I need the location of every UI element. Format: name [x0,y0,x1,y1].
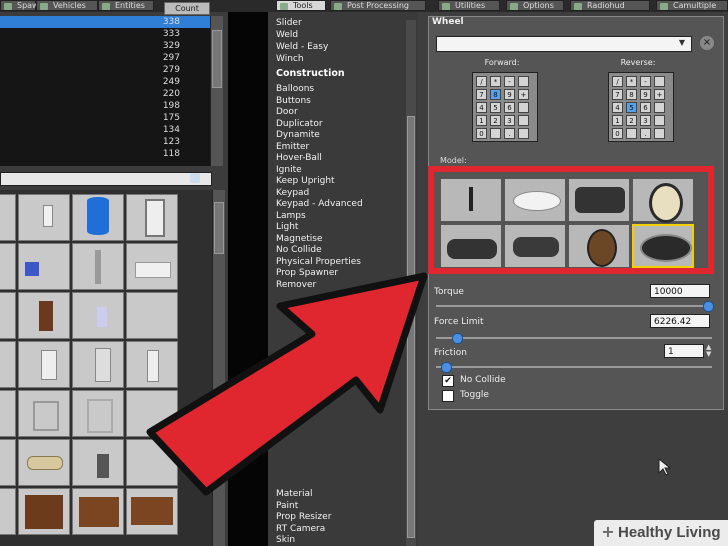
arrow-pointer-graphic [146,272,428,496]
plus-icon: + [601,522,615,541]
watermark-text: Healthy Living [618,524,721,541]
